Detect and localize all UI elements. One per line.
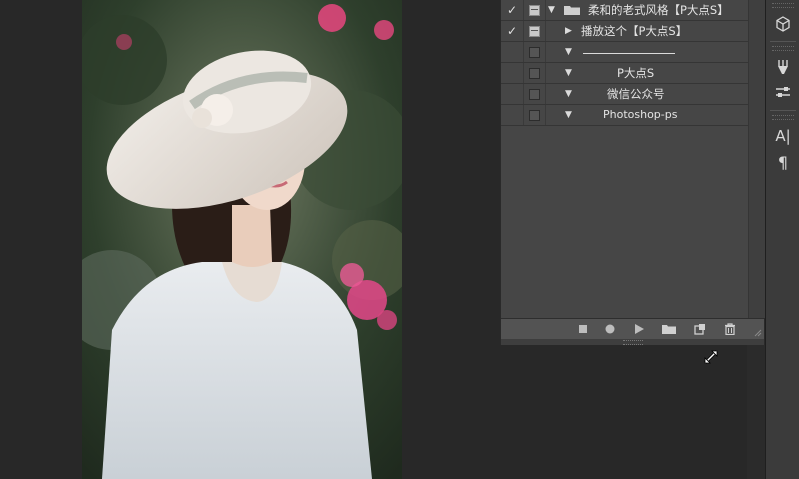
brush-icon[interactable] xyxy=(766,54,799,80)
record-icon[interactable] xyxy=(602,322,618,336)
action-name: 微信公众号 xyxy=(607,87,665,101)
resize-cursor-icon xyxy=(703,349,719,365)
toggle-checkbox[interactable] xyxy=(501,42,524,62)
stop-icon[interactable] xyxy=(575,322,591,336)
expand-down-icon[interactable]: ▼ xyxy=(548,0,555,20)
expand-right-icon[interactable]: ▶ xyxy=(565,21,572,41)
action-name: 播放这个【P大点S】 xyxy=(581,24,688,38)
dialog-icon xyxy=(528,109,540,121)
side-toolstrip: A| ¶ xyxy=(765,0,799,479)
toggle-checkbox[interactable] xyxy=(501,105,524,125)
action-row[interactable]: ▼ Photoshop-ps xyxy=(501,105,748,126)
dialog-icon xyxy=(528,25,540,37)
play-icon[interactable] xyxy=(631,322,647,336)
toggle-checkbox[interactable] xyxy=(501,84,524,104)
toggle-checkbox[interactable] xyxy=(501,63,524,83)
action-set-row[interactable]: ✓ ▼ 柔和的老式风格【P大点S】 xyxy=(501,0,748,21)
dialog-icon xyxy=(528,88,540,100)
toggle-checkbox[interactable]: ✓ xyxy=(501,0,524,20)
dialog-icon xyxy=(528,67,540,79)
adjust-icon[interactable] xyxy=(766,80,799,106)
new-set-icon[interactable] xyxy=(661,322,677,336)
dialog-icon xyxy=(528,46,540,58)
toggle-checkbox[interactable]: ✓ xyxy=(501,21,524,41)
expand-down-icon[interactable]: ▼ xyxy=(565,42,572,62)
action-name: P大点S xyxy=(617,66,655,80)
3d-icon[interactable] xyxy=(766,11,799,37)
action-row[interactable]: ▼ xyxy=(501,42,748,63)
toolstrip-grip[interactable] xyxy=(772,3,794,8)
action-set-name: 柔和的老式风格【P大点S】 xyxy=(588,3,729,17)
action-row[interactable]: ▼ P大点S xyxy=(501,63,748,84)
toolstrip-grip-3[interactable] xyxy=(772,115,794,120)
expand-down-icon[interactable]: ▼ xyxy=(565,105,572,125)
delete-icon[interactable] xyxy=(722,322,738,336)
dialog-toggle[interactable] xyxy=(523,0,546,20)
expand-down-icon[interactable]: ▼ xyxy=(565,63,572,83)
folder-icon xyxy=(564,6,580,15)
action-row[interactable]: ✓ ▶ 播放这个【P大点S】 xyxy=(501,21,748,42)
panel-bottom-grip[interactable] xyxy=(501,339,764,345)
dialog-toggle[interactable] xyxy=(523,84,546,104)
character-icon[interactable]: A| xyxy=(766,123,799,149)
resize-grip-icon[interactable] xyxy=(754,329,762,337)
expand-down-icon[interactable]: ▼ xyxy=(565,84,572,104)
actions-scrollbar[interactable] xyxy=(748,0,765,318)
new-action-icon[interactable] xyxy=(692,322,708,336)
action-name: Photoshop-ps xyxy=(603,108,678,121)
dialog-toggle[interactable] xyxy=(523,63,546,83)
dialog-icon xyxy=(528,4,540,16)
action-row[interactable]: ▼ 微信公众号 xyxy=(501,84,748,105)
actions-footer xyxy=(501,318,764,339)
actions-panel: ✓ ▼ 柔和的老式风格【P大点S】 ✓ ▶ 播放这个【P大点S】 ▼ ▼ P大点… xyxy=(500,0,765,345)
paragraph-icon[interactable]: ¶ xyxy=(766,149,799,175)
dialog-toggle[interactable] xyxy=(523,42,546,62)
dialog-toggle[interactable] xyxy=(523,21,546,41)
separator-line xyxy=(583,53,675,54)
dialog-toggle[interactable] xyxy=(523,105,546,125)
toolstrip-grip-2[interactable] xyxy=(772,46,794,51)
photo-image xyxy=(82,0,402,479)
